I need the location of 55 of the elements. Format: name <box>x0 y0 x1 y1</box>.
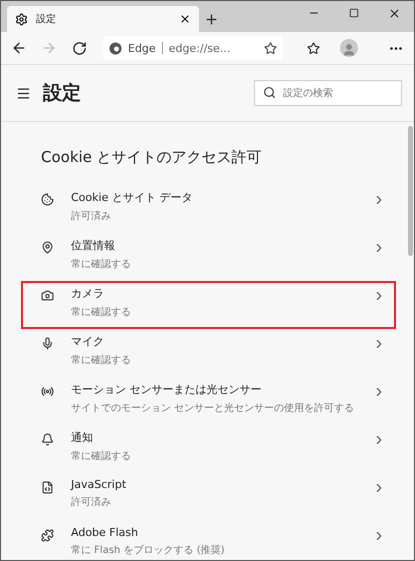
microphone-icon <box>41 337 54 350</box>
item-subtitle: 常に Flash をブロックする (推奨) <box>71 544 226 557</box>
item-title: JavaScript <box>71 478 128 491</box>
bell-icon <box>41 433 54 446</box>
item-subtitle: 常に確認する <box>71 258 132 271</box>
close-icon <box>388 6 400 20</box>
refresh-icon <box>72 40 86 56</box>
settings-row[interactable]: Adobe Flash 常に Flash をブロックする (推奨) <box>21 521 396 560</box>
browser-logo-icon <box>109 42 122 54</box>
star-icon <box>306 42 320 54</box>
settings-row[interactable]: 位置情報 常に確認する <box>21 233 396 281</box>
settings-row[interactable]: JavaScript 許可済み <box>21 473 396 521</box>
search-field[interactable]: 設定の検索 <box>254 80 402 106</box>
forward-arrow-icon <box>41 40 57 56</box>
item-title: Adobe Flash <box>71 526 140 539</box>
browser-tab[interactable]: 設定 <box>7 6 199 32</box>
settings-row[interactable]: Cookie とサイト データ 許可済み <box>21 185 396 233</box>
item-subtitle: サイトでのモーション センサーと光センサーの使用を許可する <box>71 402 356 415</box>
plus-icon <box>204 12 218 26</box>
item-title: カメラ <box>71 286 105 301</box>
camera-icon <box>41 289 54 302</box>
tab-title: 設定 <box>36 12 57 26</box>
item-title: 位置情報 <box>71 238 116 253</box>
item-subtitle: 常に確認する <box>71 354 132 367</box>
puzzle-icon <box>41 529 54 542</box>
url-text: edge://se... <box>168 42 232 54</box>
star-icon[interactable] <box>264 42 277 54</box>
item-subtitle: 常に確認する <box>71 450 132 463</box>
site-label: Edge <box>128 42 156 54</box>
item-title: Cookie とサイト データ <box>71 190 194 205</box>
cookie-icon <box>41 193 54 206</box>
search-icon <box>263 86 276 99</box>
item-subtitle: 常に確認する <box>71 306 132 319</box>
item-title: マイク <box>71 334 105 349</box>
item-title: モーション センサーまたは光センサー <box>71 382 262 397</box>
close-icon[interactable] <box>179 13 191 25</box>
settings-row[interactable]: マイク 常に確認する <box>21 329 396 377</box>
section-title: Cookie とサイトのアクセス許可 <box>41 148 263 167</box>
more-icon <box>390 46 402 50</box>
settings-row[interactable]: 通知 常に確認する <box>21 425 396 473</box>
highlighted-settings-row[interactable]: カメラ 常に確認する <box>21 281 396 329</box>
settings-row[interactable]: モーション センサーまたは光センサー サイトでのモーション センサーと光センサーの使用を許可する <box>21 377 396 425</box>
code-file-icon <box>41 481 54 494</box>
maximize-icon <box>349 8 359 18</box>
scrollbar-thumb[interactable] <box>408 126 412 256</box>
item-title: 通知 <box>71 430 94 445</box>
menu-icon <box>16 86 30 100</box>
settings-icon <box>15 12 28 26</box>
avatar-icon <box>340 39 358 57</box>
signal-icon <box>41 385 54 398</box>
address-bar[interactable]: Edge edge://se... <box>103 36 283 60</box>
location-pin-icon <box>41 241 54 254</box>
page-title: 設定 <box>43 81 82 106</box>
item-subtitle: 許可済み <box>71 496 112 509</box>
item-subtitle: 許可済み <box>71 210 112 223</box>
